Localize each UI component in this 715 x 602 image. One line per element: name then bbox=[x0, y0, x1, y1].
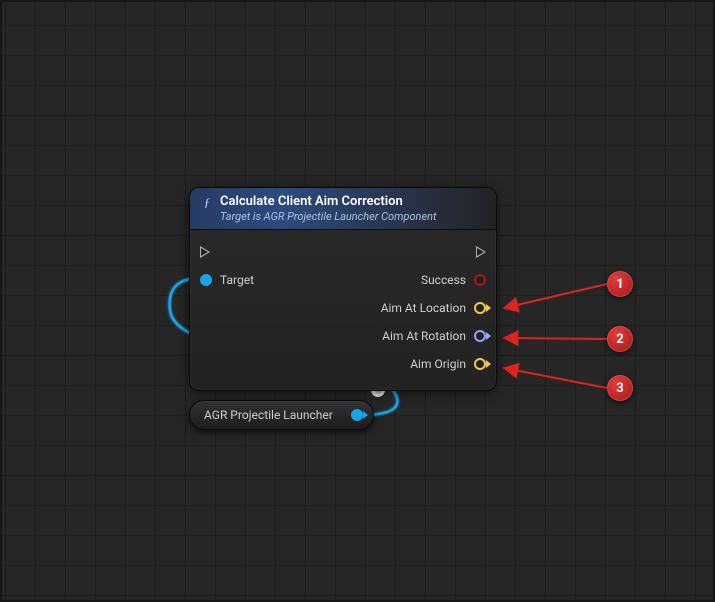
callout-badge-1: 1 bbox=[607, 271, 633, 297]
aim-at-location-pin[interactable] bbox=[474, 302, 486, 314]
exec-in-pin[interactable] bbox=[200, 246, 210, 258]
function-icon: ƒ bbox=[200, 195, 214, 209]
node-title: Calculate Client Aim Correction bbox=[220, 194, 403, 209]
aim-origin-pin[interactable] bbox=[474, 358, 486, 370]
callout-badge-3: 3 bbox=[607, 375, 633, 401]
node-subtitle: Target is AGR Projectile Launcher Compon… bbox=[220, 210, 486, 223]
callout-badge-3-text: 3 bbox=[616, 381, 623, 396]
blueprint-function-node[interactable]: ƒ Calculate Client Aim Correction Target… bbox=[189, 187, 497, 391]
exec-out-pin[interactable] bbox=[476, 246, 486, 258]
success-output-pin[interactable] bbox=[474, 274, 486, 286]
target-input-label: Target bbox=[220, 273, 254, 287]
aim-origin-label: Aim Origin bbox=[410, 357, 466, 371]
aim-at-rotation-label: Aim At Rotation bbox=[382, 329, 466, 343]
aim-at-rotation-pin[interactable] bbox=[474, 330, 486, 342]
aim-at-location-label: Aim At Location bbox=[381, 301, 466, 315]
variable-output-pin[interactable] bbox=[351, 409, 363, 421]
success-output-label: Success bbox=[421, 273, 466, 287]
variable-label: AGR Projectile Launcher bbox=[204, 408, 333, 422]
variable-get-node[interactable]: AGR Projectile Launcher bbox=[189, 400, 374, 430]
callout-badge-2: 2 bbox=[607, 326, 633, 352]
node-header[interactable]: ƒ Calculate Client Aim Correction Target… bbox=[190, 188, 496, 230]
target-input-pin[interactable] bbox=[200, 274, 212, 286]
node-body: Target Success Aim At Location Aim At Ro… bbox=[190, 230, 496, 390]
callout-badge-1-text: 1 bbox=[616, 277, 623, 292]
callout-badge-2-text: 2 bbox=[616, 332, 623, 347]
